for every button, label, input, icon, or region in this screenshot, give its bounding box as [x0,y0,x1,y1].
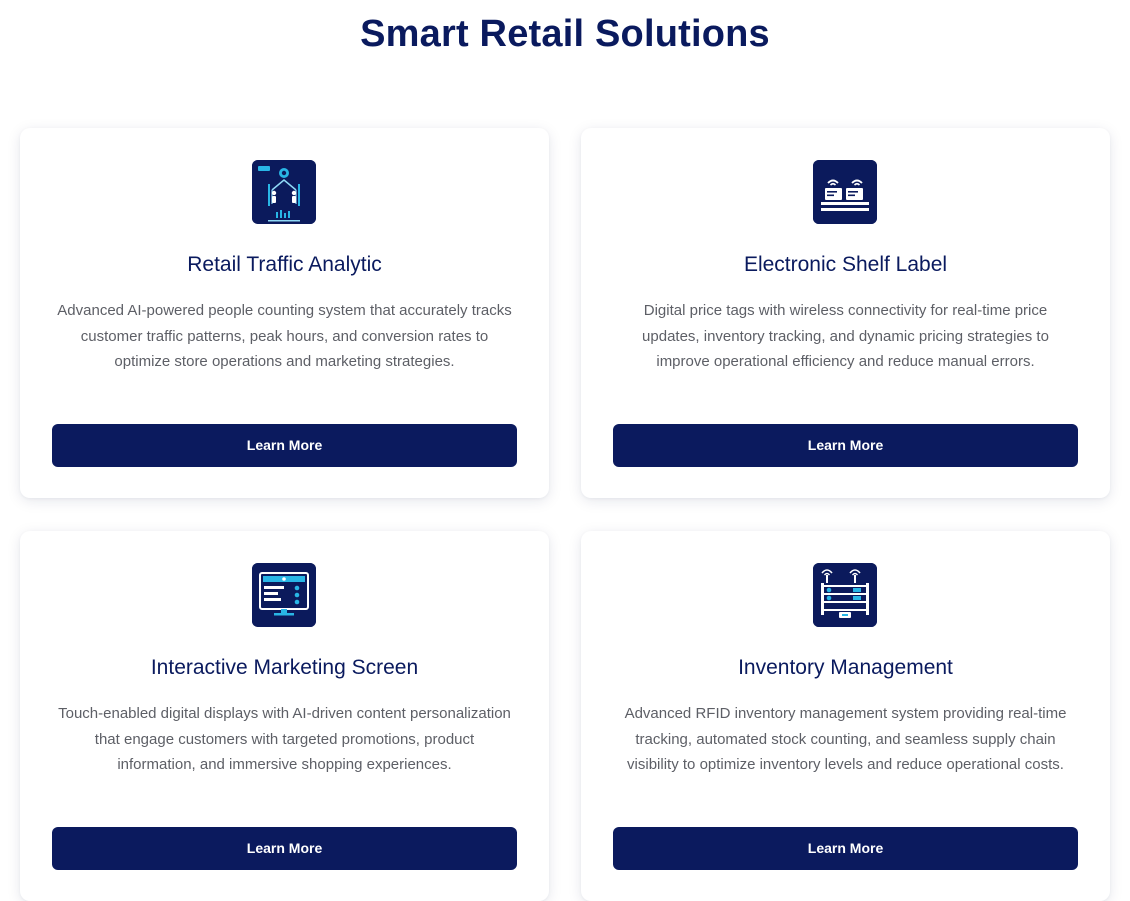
card-description: Advanced RFID inventory management syste… [624,705,1067,773]
learn-more-button[interactable]: Learn More [52,424,517,467]
solution-card-interactive-marketing-screen: Interactive Marketing Screen Touch-enabl… [20,531,549,901]
learn-more-button[interactable]: Learn More [52,827,517,870]
people-counter-icon [252,160,316,224]
marketing-screen-icon [252,563,316,627]
rfid-inventory-icon [813,563,877,627]
card-description: Touch-enabled digital displays with AI-d… [58,705,511,773]
shelf-label-icon [813,160,877,224]
card-title: Electronic Shelf Label [743,253,948,276]
solution-card-inventory-management: Inventory Management Advanced RFID inven… [581,531,1110,901]
learn-more-button[interactable]: Learn More [613,827,1078,870]
solution-card-retail-traffic: Retail Traffic Analytic Advanced AI-powe… [20,128,549,498]
learn-more-button[interactable]: Learn More [613,424,1078,467]
card-title: Interactive Marketing Screen [150,656,419,679]
card-title: Inventory Management [738,656,953,679]
page-title: Smart Retail Solutions [360,13,770,55]
card-description: Digital price tags with wireless connect… [642,302,1049,370]
card-description: Advanced AI-powered people counting syst… [57,302,512,370]
solution-card-electronic-shelf-label: Electronic Shelf Label Digital price tag… [581,128,1110,498]
card-title: Retail Traffic Analytic [187,253,382,276]
